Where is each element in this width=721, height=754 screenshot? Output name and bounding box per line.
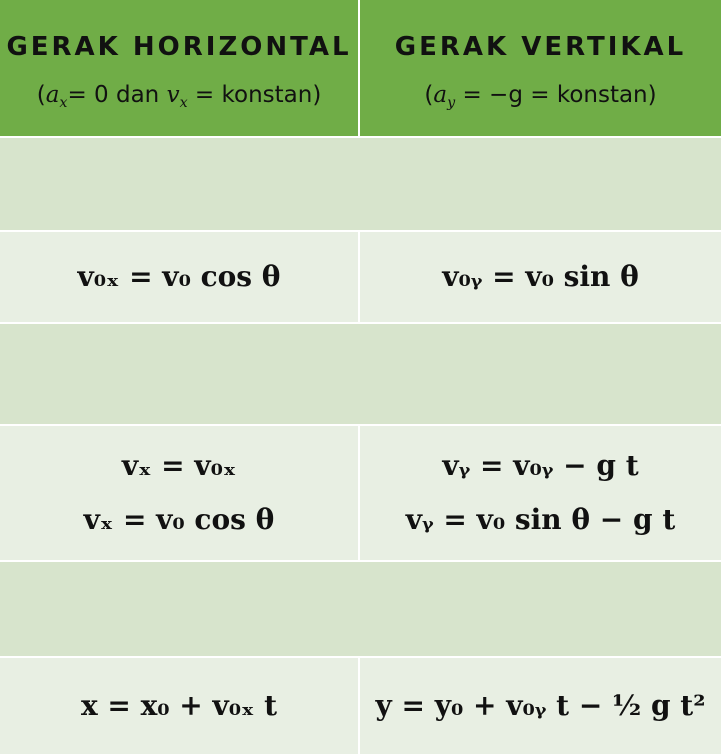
cond-v: v: [166, 81, 180, 108]
equation-vx-2: vₓ = v₀ cos θ: [83, 503, 275, 536]
header-horizontal: GERAK HORIZONTAL (ax= 0 dan vx = konstan…: [0, 0, 358, 136]
position-vertical-cell: y = y₀ + v₀ᵧ t − ½ g t²: [360, 658, 721, 754]
velocity-vertical-cell: vᵧ = v₀ᵧ − g t vᵧ = v₀ sin θ − g t: [360, 426, 721, 560]
equation-y: y = y₀ + v₀ᵧ t − ½ g t²: [375, 688, 706, 722]
cond-paren: (: [36, 81, 46, 108]
cond-a: a: [433, 81, 448, 108]
equation-v0y: v₀ᵧ = v₀ sin θ: [442, 259, 639, 293]
separator-band-3: [0, 562, 721, 656]
velocity-horizontal-cell: vₓ = v₀ₓ vₓ = v₀ cos θ: [0, 426, 358, 560]
header-horizontal-title: GERAK HORIZONTAL: [6, 31, 352, 62]
cond-a: a: [45, 81, 60, 108]
equation-v0x: v₀ₓ = v₀ cos θ: [77, 259, 281, 293]
equation-x: x = x₀ + v₀ₓ t: [80, 688, 278, 722]
equation-vx-1: vₓ = v₀ₓ: [121, 448, 237, 482]
position-horizontal-cell: x = x₀ + v₀ₓ t: [0, 658, 358, 754]
cond-eq0: = 0 dan: [67, 81, 167, 108]
cond-a-sub: y: [447, 94, 456, 111]
cond-konstan: = konstan): [187, 81, 322, 108]
initial-velocity-vertical-cell: v₀ᵧ = v₀ sin θ: [360, 232, 721, 322]
cond-eq: = −g = konstan): [455, 81, 657, 108]
initial-velocity-horizontal-cell: v₀ₓ = v₀ cos θ: [0, 232, 358, 322]
equation-vy-2: vᵧ = v₀ sin θ − g t: [405, 503, 676, 536]
separator-band-2: [0, 324, 721, 424]
separator-band-1: [0, 138, 721, 230]
equation-vy-1: vᵧ = v₀ᵧ − g t: [442, 448, 639, 482]
motion-table: GERAK HORIZONTAL (ax= 0 dan vx = konstan…: [0, 0, 721, 754]
header-vertical-title: GERAK VERTIKAL: [394, 31, 687, 62]
cond-v-sub: x: [179, 94, 188, 111]
header-vertical-condition: (ay = −g = konstan): [424, 82, 656, 111]
header-vertical: GERAK VERTIKAL (ay = −g = konstan): [360, 0, 721, 136]
header-horizontal-condition: (ax= 0 dan vx = konstan): [37, 82, 322, 111]
